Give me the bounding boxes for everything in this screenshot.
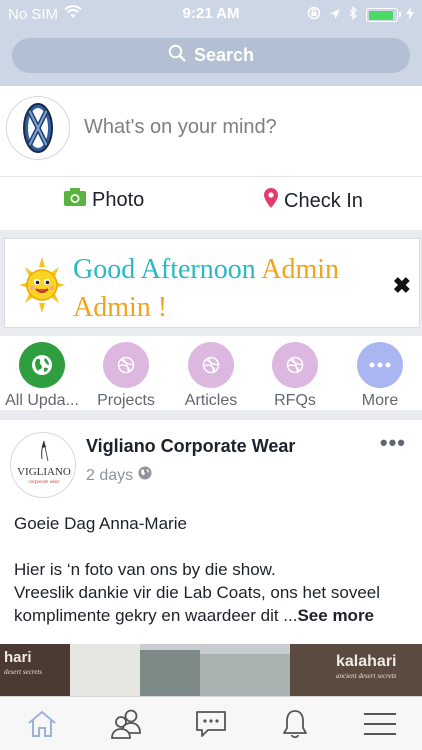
photo-strip-image: hari desert secrets kalahari ancient des… — [0, 644, 422, 696]
search-label: Search — [193, 45, 255, 65]
logo-text: VIGLIANO — [17, 466, 71, 478]
photo-sign-right-sub: ancient desert secrets — [336, 672, 397, 680]
location-icon — [329, 7, 341, 24]
search-icon — [168, 44, 186, 67]
bluetooth-icon — [349, 6, 358, 24]
status-right — [307, 6, 414, 24]
globe-icon — [19, 342, 65, 388]
greeting-firstname: Admin — [261, 254, 340, 285]
bottom-tab-bar — [0, 696, 422, 750]
logo-subtext: corporate wear — [29, 480, 60, 485]
home-icon — [28, 710, 56, 737]
greeting-time: Good Afternoon — [73, 254, 256, 285]
tab-messages[interactable] — [191, 705, 231, 743]
status-bar: No SIM 9:21 AM — [0, 0, 422, 28]
battery-fill — [368, 10, 393, 20]
greeting-banner: Good Afternoon Admin Admin ! ✖ — [4, 238, 420, 328]
post-line2: Vreeslik dankie vir die Lab Coats, ons h… — [14, 581, 414, 627]
friends-icon — [111, 709, 141, 739]
dribbble-icon — [272, 342, 318, 388]
charging-icon — [406, 6, 414, 24]
post-body: Goeie Dag Anna-Marie Hier is ‘n foto van… — [14, 512, 414, 627]
notifications-icon — [283, 710, 307, 739]
category-label: Articles — [184, 392, 238, 409]
map-pin-icon — [264, 188, 278, 214]
composer-placeholder[interactable]: What's on your mind? — [84, 116, 277, 139]
photo-button[interactable]: Photo — [64, 188, 144, 212]
battery-icon — [366, 8, 401, 22]
category-label: More — [361, 392, 399, 409]
category-rfqs[interactable]: RFQs — [253, 342, 337, 410]
photo-sign-left: hari — [4, 649, 32, 666]
greeting-lastname: Admin ! — [73, 292, 168, 323]
category-label: Projects — [97, 392, 155, 409]
post-time: 2 days — [86, 466, 134, 484]
tab-home[interactable] — [22, 705, 62, 743]
greeting-text: Good Afternoon Admin Admin ! — [73, 251, 393, 327]
photo-sign-left-sub: desert secrets — [4, 668, 42, 676]
camera-icon — [64, 188, 86, 212]
post-author[interactable]: Vigliano Corporate Wear — [86, 436, 295, 457]
category-more[interactable]: More — [338, 342, 422, 410]
see-more-link[interactable]: See more — [297, 606, 374, 625]
category-all-updates[interactable]: All Upda... — [0, 342, 84, 410]
top-header: No SIM 9:21 AM Search — [0, 0, 422, 86]
category-projects[interactable]: Projects — [84, 342, 168, 410]
tab-notifications[interactable] — [275, 705, 315, 743]
photo-label: Photo — [92, 188, 145, 211]
post-line1: Hier is ‘n foto van ons by die show. — [14, 560, 276, 579]
category-bar: All Upda... Projects Articles RFQs More — [0, 336, 422, 410]
post-spacer — [14, 535, 414, 558]
feed-post: VIGLIANO corporate wear Vigliano Corpora… — [0, 420, 422, 696]
photo-sign-right: kalahari — [336, 653, 396, 670]
vigliano-logo-icon: VIGLIANO corporate wear — [17, 440, 71, 485]
sun-icon — [19, 257, 65, 313]
messages-icon — [196, 711, 226, 737]
dribbble-icon — [188, 342, 234, 388]
post-meta: 2 days — [86, 466, 152, 485]
tab-menu[interactable] — [360, 705, 400, 743]
close-icon[interactable]: ✖ — [393, 273, 411, 299]
search-bar[interactable]: Search — [12, 38, 410, 73]
post-photo[interactable]: hari desert secrets kalahari ancient des… — [0, 644, 422, 696]
lock-rotation-icon — [307, 6, 321, 24]
user-logo-icon — [23, 103, 53, 153]
checkin-label: Check In — [284, 189, 363, 212]
category-label: All Upda... — [5, 392, 79, 409]
checkin-button[interactable]: Check In — [264, 188, 363, 214]
post-composer: What's on your mind? Photo Check In — [0, 86, 422, 230]
category-label: RFQs — [274, 392, 316, 409]
category-articles[interactable]: Articles — [169, 342, 253, 410]
post-options-button[interactable]: ••• — [380, 430, 406, 456]
composer-divider — [0, 176, 422, 177]
user-avatar[interactable] — [6, 96, 70, 160]
author-avatar[interactable]: VIGLIANO corporate wear — [10, 432, 76, 498]
globe-icon — [138, 466, 152, 485]
post-greeting: Goeie Dag Anna-Marie — [14, 514, 187, 533]
tab-friends[interactable] — [107, 705, 147, 743]
dribbble-icon — [103, 342, 149, 388]
menu-icon — [364, 713, 396, 735]
ellipsis-icon — [357, 342, 403, 388]
